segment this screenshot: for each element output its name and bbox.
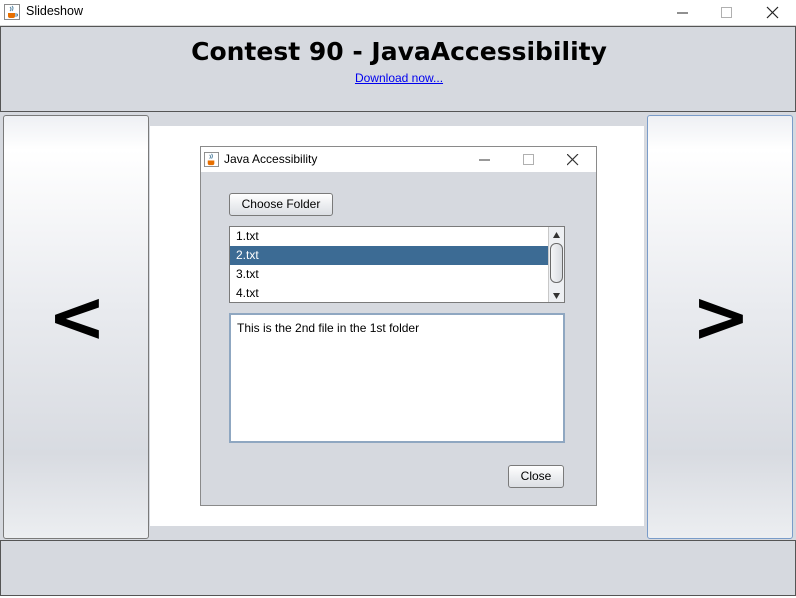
- page-title: Contest 90 - JavaAccessibility: [191, 37, 607, 66]
- header-panel: Contest 90 - JavaAccessibility Download …: [0, 26, 796, 112]
- previous-slide-button[interactable]: <: [3, 115, 149, 539]
- file-content-text: This is the 2nd file in the 1st folder: [237, 321, 420, 335]
- previous-arrow-label: <: [47, 276, 107, 358]
- slide-image: Java Accessibility Choose Folder 1.txt 2…: [150, 126, 644, 526]
- list-item-selected: 2.txt: [230, 246, 548, 265]
- dialog-titlebar: Java Accessibility: [201, 147, 596, 172]
- list-item: 4.txt: [236, 286, 259, 300]
- file-list: 1.txt 2.txt 3.txt 4.txt: [229, 226, 565, 303]
- window-titlebar: Slideshow: [0, 0, 796, 26]
- scroll-thumb: [550, 243, 563, 283]
- maximize-button[interactable]: [704, 0, 750, 26]
- close-button[interactable]: [750, 0, 796, 26]
- close-icon: [567, 154, 579, 166]
- scroll-down-arrow-icon: [549, 288, 564, 302]
- maximize-icon: [523, 154, 534, 165]
- scroll-up-arrow-icon: [549, 227, 564, 241]
- java-coffee-cup-icon: [204, 152, 219, 167]
- list-item: 1.txt: [236, 229, 259, 243]
- minimize-icon: [479, 159, 490, 161]
- dialog-title: Java Accessibility: [224, 152, 318, 166]
- list-item: 3.txt: [236, 267, 259, 281]
- file-content-area: This is the 2nd file in the 1st folder: [229, 313, 565, 443]
- file-list-scrollbar: [548, 227, 564, 302]
- dialog-close-text-button: Close: [508, 465, 564, 488]
- java-accessibility-dialog: Java Accessibility Choose Folder 1.txt 2…: [200, 146, 597, 506]
- minimize-icon: [677, 12, 688, 14]
- minimize-button[interactable]: [660, 0, 706, 26]
- slideshow-area: < Java Accessibility Choose Folder 1.txt…: [0, 112, 796, 540]
- download-link[interactable]: Download now...: [1, 71, 796, 85]
- maximize-icon: [721, 7, 732, 18]
- dialog-close-button: [553, 147, 593, 172]
- window-title: Slideshow: [26, 4, 83, 18]
- java-coffee-cup-icon: [4, 4, 20, 20]
- next-slide-button[interactable]: >: [647, 115, 793, 539]
- dialog-minimize-button: [465, 147, 505, 172]
- next-arrow-label: >: [691, 276, 751, 358]
- choose-folder-button: Choose Folder: [229, 193, 333, 216]
- dialog-maximize-button: [509, 147, 549, 172]
- close-icon: [766, 6, 779, 19]
- footer-panel: [0, 540, 796, 596]
